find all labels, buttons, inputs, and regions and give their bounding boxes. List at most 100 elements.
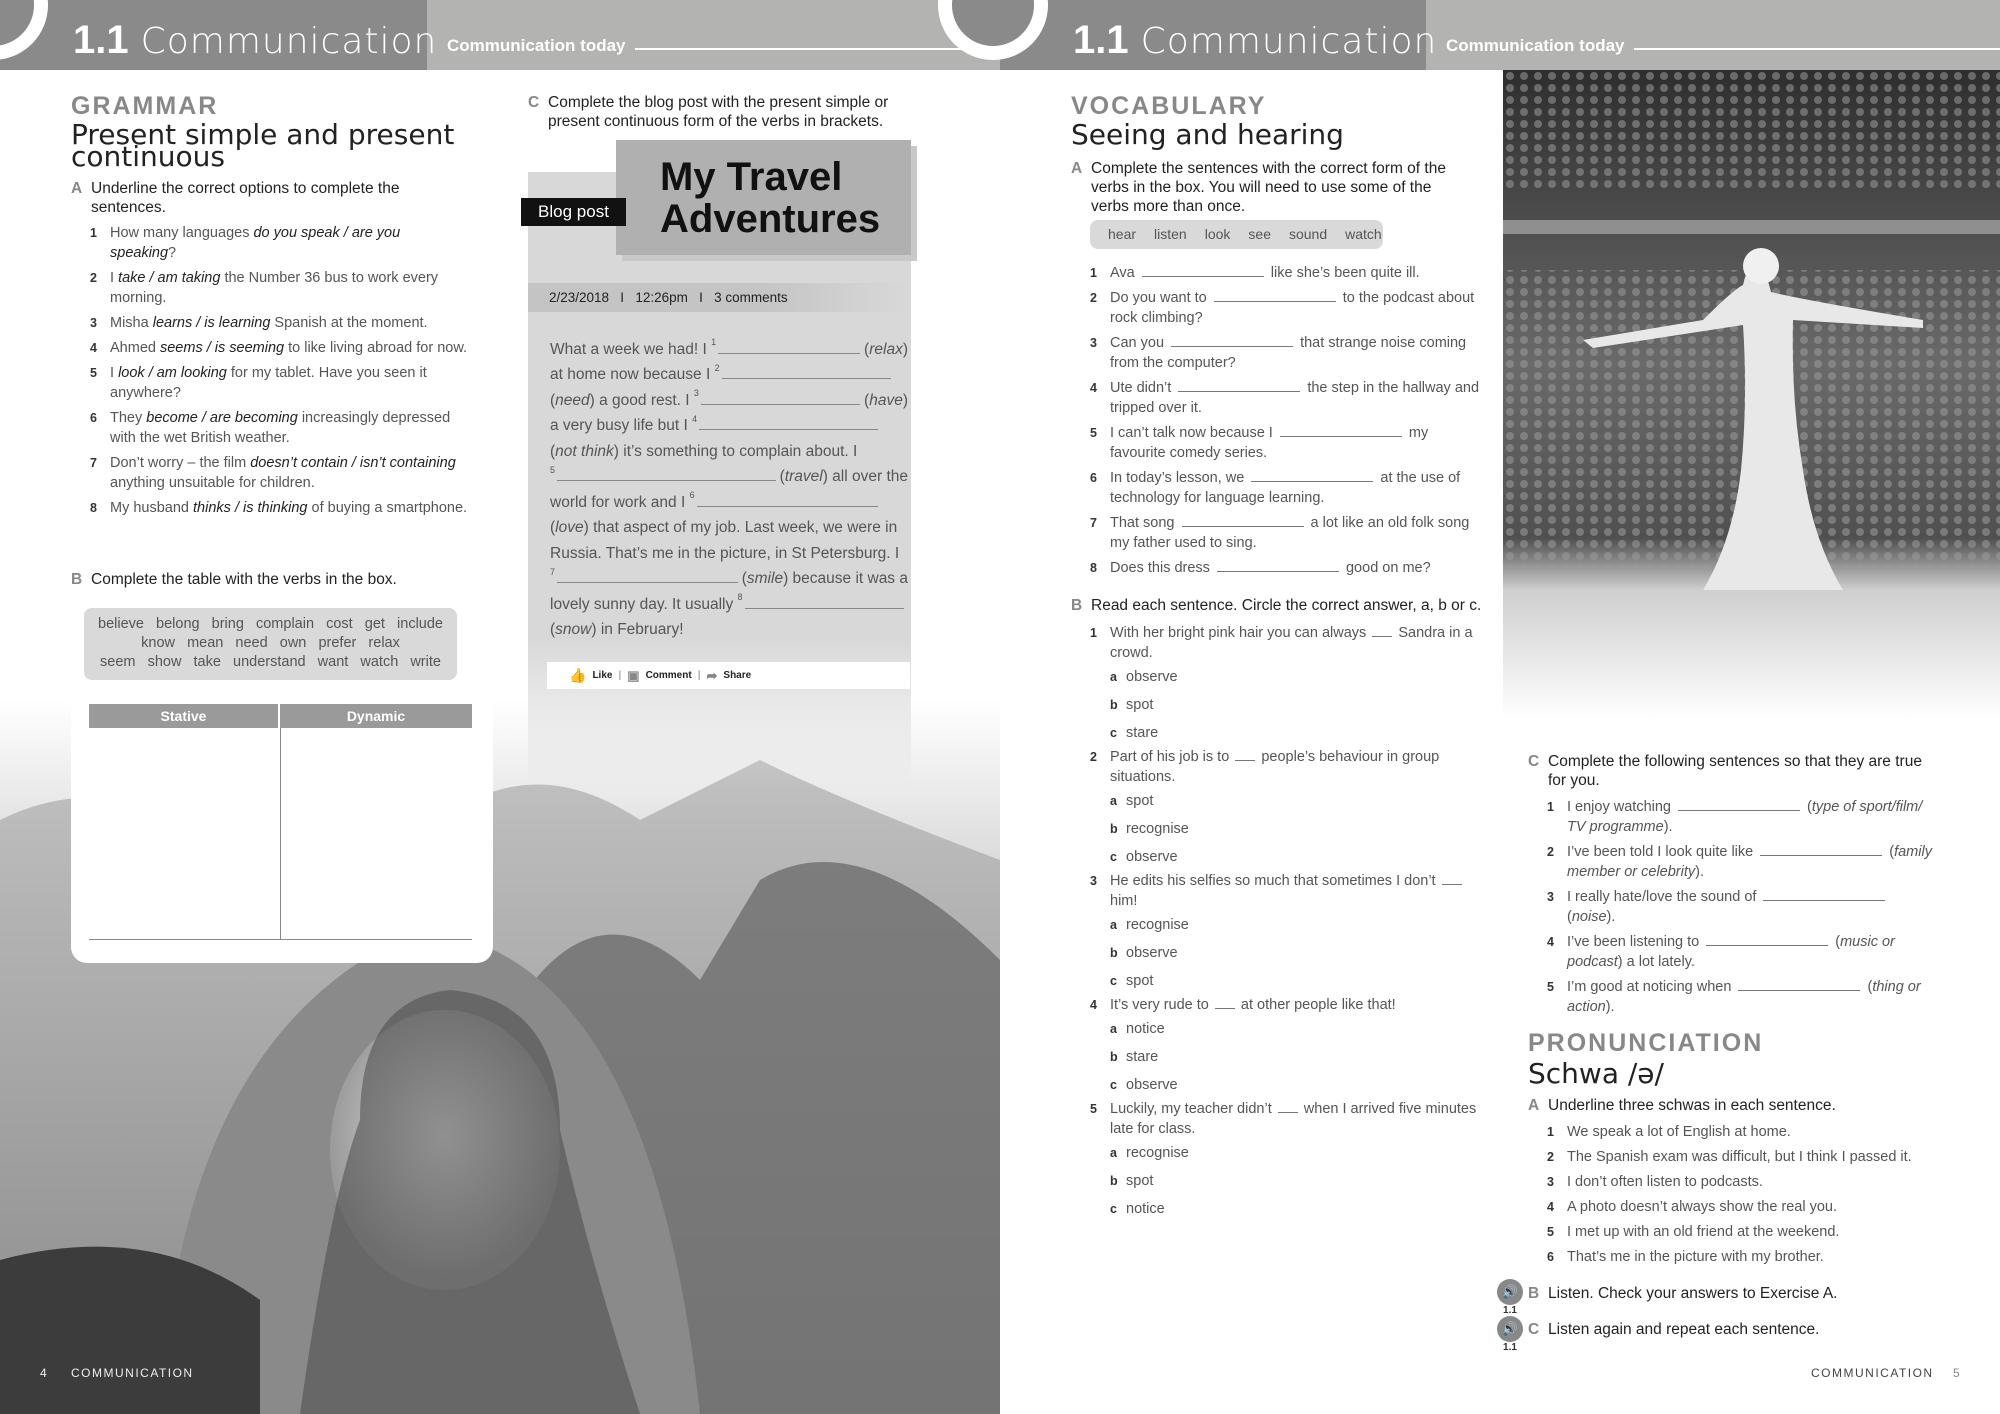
answer-blank[interactable] — [557, 480, 776, 481]
answer-option-b[interactable]: b spot — [1090, 1167, 1480, 1195]
answer-option-a[interactable]: a spot — [1090, 787, 1480, 815]
answer-blank[interactable] — [1279, 424, 1402, 437]
list-item: 4 A photo doesn’t always show the real yo… — [1547, 1197, 1947, 1217]
answer-blank[interactable] — [699, 429, 879, 430]
answer-blank[interactable] — [744, 607, 904, 609]
item-text: like she’s been quite ill. — [1266, 265, 1420, 281]
answer-blank[interactable] — [1171, 334, 1294, 347]
answer-blank[interactable] — [1678, 798, 1801, 811]
item-text: I can’t talk now because I — [1110, 425, 1277, 441]
answer-blank[interactable] — [557, 582, 738, 583]
answer-option-c[interactable]: c spot — [1090, 967, 1480, 995]
blog-text-segment: lovely sunny day. It usually — [550, 595, 738, 613]
answer-blank[interactable] — [721, 378, 892, 379]
pronunciation-section-label: PRONUNCIATION — [1528, 1029, 1764, 1057]
item-text[interactable]: We speak a lot of English at home. — [1567, 1124, 1791, 1140]
gap-number: 1 — [711, 337, 717, 347]
share-button[interactable]: Share — [723, 670, 751, 681]
item-text: That song — [1110, 515, 1179, 531]
like-button[interactable]: Like — [592, 670, 612, 681]
answer-blank[interactable] — [1706, 933, 1829, 946]
item-options[interactable]: take / am taking — [118, 270, 220, 286]
answer-option-a[interactable]: a recognise — [1090, 1139, 1480, 1167]
item-number: 6 — [90, 411, 97, 425]
option-text: spot — [1126, 1173, 1154, 1189]
share-arrow-icon[interactable]: ➦ — [707, 668, 718, 684]
item-text[interactable]: I met up with an old friend at the weeke… — [1567, 1224, 1839, 1240]
answer-option-b[interactable]: b stare — [1090, 1043, 1480, 1071]
list-item: 6 In today’s lesson, we at the use of tec… — [1090, 468, 1480, 508]
answer-option-b[interactable]: b observe — [1090, 939, 1480, 967]
comment-icon[interactable]: ▣ — [627, 668, 639, 684]
item-text: Ahmed — [110, 340, 160, 356]
item-text: . — [1611, 909, 1616, 925]
comment-button[interactable]: Comment — [646, 670, 692, 681]
item-text[interactable]: The Spanish exam was difficult, but I th… — [1567, 1149, 1912, 1165]
blog-text: What a week we had! I 1(relax) at home no… — [550, 333, 908, 639]
option-text: recognise — [1126, 1145, 1189, 1161]
item-options[interactable]: thinks / is thinking — [193, 500, 307, 516]
stage-performer-photo — [1503, 70, 2000, 720]
item-text: I really hate/love the sound of — [1567, 889, 1761, 905]
item-options[interactable]: doesn’t contain / isn’t containing — [250, 455, 456, 471]
answer-blank[interactable] — [1763, 888, 1886, 901]
speaker-icon[interactable]: 🔊 — [1497, 1279, 1523, 1305]
item-number: 3 — [1547, 890, 1554, 904]
option-text: stare — [1126, 725, 1159, 741]
footer-label-right: COMMUNICATION — [1811, 1366, 1934, 1380]
answer-blank[interactable] — [696, 505, 879, 507]
option-text: observe — [1126, 669, 1178, 685]
speaker-icon[interactable]: 🔊 — [1497, 1316, 1523, 1342]
item-number: 2 — [1547, 845, 1554, 859]
blog-text-segment: ) all over the — [822, 468, 908, 485]
list-item: 3 Misha learns / is learning Spanish at t… — [90, 313, 470, 333]
answer-blank[interactable] — [700, 403, 861, 405]
list-item: 5 Luckily, my teacher didn’t when I arriv… — [1090, 1099, 1480, 1223]
item-text[interactable]: That’s me in the picture with my brother… — [1567, 1249, 1824, 1265]
answer-blank[interactable] — [1216, 559, 1339, 572]
item-number: 4 — [1547, 1200, 1554, 1214]
answer-option-a[interactable]: a recognise — [1090, 911, 1480, 939]
audio-track-c[interactable]: 🔊 1.1 — [1497, 1316, 1523, 1353]
answer-blank[interactable] — [1181, 514, 1304, 527]
blog-line: at home now because I 2 — [550, 359, 908, 385]
vocab-a-list: 1 Ava like she’s been quite ill. 2 Do you w… — [1090, 263, 1480, 583]
verb-box: believe belong bring complain cost get i… — [84, 608, 457, 680]
answer-option-a[interactable]: a notice — [1090, 1015, 1480, 1043]
item-text: Don’t worry – the film — [110, 455, 251, 471]
item-text[interactable]: A photo doesn’t always show the real you… — [1567, 1199, 1837, 1215]
answer-option-b[interactable]: b recognise — [1090, 815, 1480, 843]
thumbs-up-icon[interactable]: 👍 — [569, 667, 586, 684]
answer-blank[interactable] — [1178, 379, 1301, 392]
answer-blank[interactable] — [1213, 289, 1336, 302]
item-text: at other people like that! — [1236, 997, 1396, 1013]
answer-option-c[interactable]: c notice — [1090, 1195, 1480, 1223]
item-number: 3 — [1090, 336, 1097, 350]
item-options[interactable]: learns / is learning — [153, 315, 271, 331]
answer-option-b[interactable]: b spot — [1090, 691, 1480, 719]
answer-blank[interactable] — [1738, 978, 1861, 991]
item-options[interactable]: become / are becoming — [146, 410, 298, 426]
answer-option-a[interactable]: a observe — [1090, 663, 1480, 691]
item-text: Can you — [1110, 335, 1169, 351]
item-options[interactable]: seems / is seeming — [160, 340, 284, 356]
answer-blank[interactable] — [1760, 843, 1883, 856]
blog-text-segment: Russia. That’s me in the picture, in St … — [550, 544, 900, 562]
list-item: 6 They become / are becoming increasingly… — [90, 408, 470, 448]
answer-option-c[interactable]: c observe — [1090, 1071, 1480, 1099]
stative-dynamic-table: Stative Dynamic — [89, 704, 472, 940]
track-number: 1.1 — [1503, 1305, 1517, 1316]
list-item: 8 Does this dress good on me? — [1090, 558, 1480, 578]
answer-options: a observe b spot c stare — [1090, 663, 1480, 747]
pronunciation-title: Schwa /ə/ — [1528, 1057, 1664, 1090]
answer-blank[interactable] — [718, 352, 861, 354]
header-subtitle-band — [1426, 0, 2000, 70]
answer-option-c[interactable]: c stare — [1090, 719, 1480, 747]
item-text[interactable]: I don’t often listen to podcasts. — [1567, 1174, 1763, 1190]
verb-hint: snow — [555, 621, 592, 638]
answer-blank[interactable] — [1141, 264, 1264, 277]
item-options[interactable]: look / am looking — [118, 365, 227, 381]
answer-blank[interactable] — [1251, 469, 1374, 482]
answer-option-c[interactable]: c observe — [1090, 843, 1480, 871]
audio-track-b[interactable]: 🔊 1.1 — [1497, 1279, 1523, 1316]
